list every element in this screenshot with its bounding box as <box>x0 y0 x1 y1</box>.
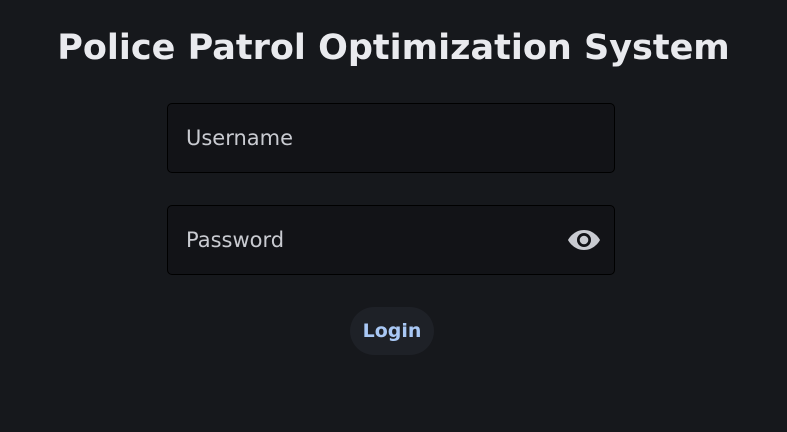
eye-icon[interactable] <box>566 226 602 254</box>
username-input[interactable] <box>168 104 614 172</box>
login-button[interactable]: Login <box>350 307 434 355</box>
password-input[interactable] <box>168 206 566 274</box>
password-field-container <box>167 205 615 275</box>
page-title: Police Patrol Optimization System <box>57 28 730 68</box>
username-field-container <box>167 103 615 173</box>
